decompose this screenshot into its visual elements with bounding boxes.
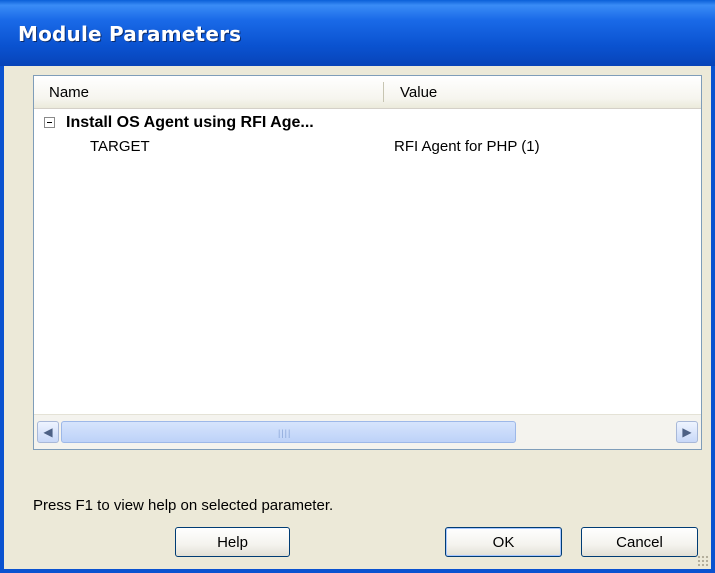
param-value[interactable]: RFI Agent for PHP (1) — [394, 138, 540, 155]
ok-button[interactable]: OK — [445, 527, 562, 557]
table-row[interactable]: TARGET RFI Agent for PHP (1) — [34, 136, 701, 158]
help-hint-text: Press F1 to view help on selected parame… — [33, 497, 334, 514]
scroll-right-button[interactable]: ▶ — [676, 421, 698, 443]
group-row[interactable]: Install OS Agent using RFI Age... — [44, 114, 684, 136]
column-separator[interactable] — [383, 82, 384, 102]
module-parameters-dialog: Module Parameters Name Value Install OS … — [0, 0, 715, 573]
param-name: TARGET — [90, 138, 150, 155]
title-bar[interactable]: Module Parameters — [0, 0, 715, 66]
window-frame-right — [711, 66, 715, 573]
scroll-left-button[interactable]: ◀ — [37, 421, 59, 443]
horizontal-scrollbar[interactable]: ◀ |||| ▶ — [34, 414, 701, 449]
cancel-button[interactable]: Cancel — [581, 527, 698, 557]
window-frame-bottom — [0, 569, 715, 573]
group-label: Install OS Agent using RFI Age... — [66, 114, 314, 131]
arrow-left-icon: ◀ — [43, 425, 53, 439]
window-frame-left — [0, 66, 4, 573]
help-button[interactable]: Help — [175, 527, 290, 557]
column-header-value[interactable]: Value — [400, 84, 437, 101]
collapse-minus-icon[interactable] — [44, 117, 55, 128]
window-title: Module Parameters — [18, 22, 242, 46]
list-header: Name Value — [34, 76, 701, 109]
column-header-name[interactable]: Name — [49, 84, 89, 101]
arrow-right-icon: ▶ — [682, 425, 692, 439]
scroll-thumb[interactable]: |||| — [61, 421, 516, 443]
grip-icon: |||| — [278, 428, 292, 438]
resize-grip-icon[interactable] — [697, 555, 709, 567]
parameters-list[interactable]: Name Value Install OS Agent using RFI Ag… — [33, 75, 702, 450]
